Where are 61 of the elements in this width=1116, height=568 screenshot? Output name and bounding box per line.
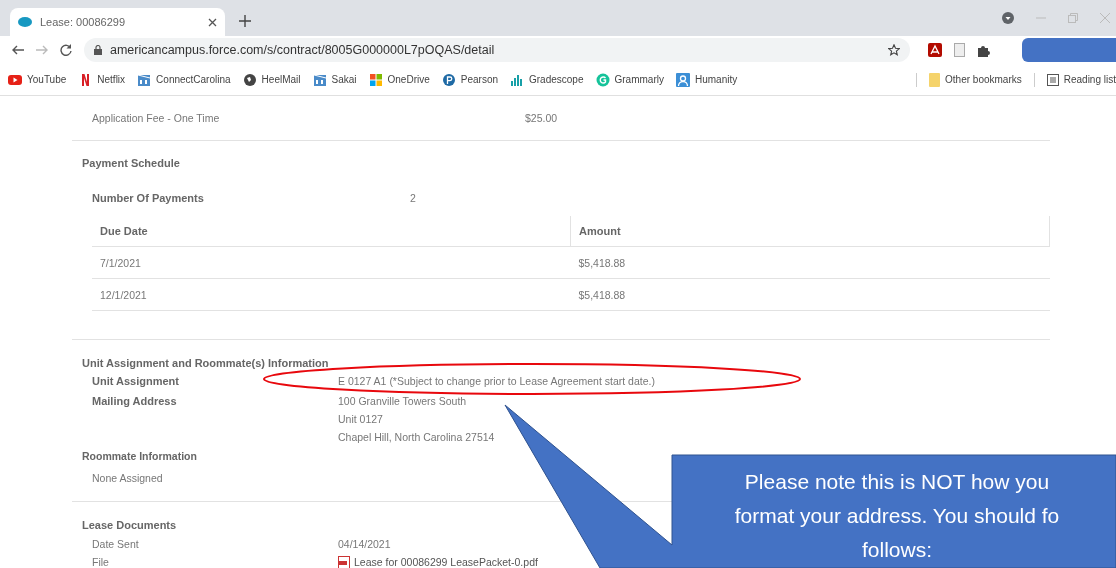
play-icon xyxy=(8,72,22,87)
close-icon[interactable] xyxy=(208,17,217,27)
bookmark-link[interactable]: HeelMail xyxy=(242,72,301,87)
reading-list-link[interactable]: Reading list xyxy=(1046,73,1116,86)
bookmark-link[interactable]: Gradescope xyxy=(510,72,584,87)
back-arrow-icon[interactable] xyxy=(12,45,24,55)
field-label: Date Sent xyxy=(92,538,140,550)
pdf-icon[interactable] xyxy=(928,43,942,57)
tiles-icon xyxy=(368,72,383,87)
subsection-heading: Roommate Information xyxy=(81,449,197,464)
list-icon xyxy=(1046,73,1059,86)
field-label: Mailing Address xyxy=(92,394,178,409)
bar-chart-icon xyxy=(510,72,524,87)
field-value: 2 xyxy=(410,192,416,204)
puzzle-icon[interactable] xyxy=(977,43,990,57)
bookmark-link[interactable]: OneDrive xyxy=(368,72,430,87)
field-value: Chapel Hill, North Carolina 27514 xyxy=(338,429,495,445)
letter-g-icon xyxy=(595,72,610,87)
bookmark-link[interactable]: Grammarly xyxy=(595,72,664,87)
fee-label: Application Fee - One Time xyxy=(92,112,221,124)
bookmark-link[interactable]: YouTube xyxy=(8,72,67,87)
column-header: Due Date xyxy=(92,216,571,247)
browser-tab[interactable]: Lease: 00086299 xyxy=(10,8,225,36)
profile-circle-icon[interactable] xyxy=(1002,12,1014,24)
section-heading: Payment Schedule xyxy=(81,156,180,171)
folder-icon xyxy=(929,72,941,87)
table-cell: $5,418.88 xyxy=(570,278,1050,311)
address-bar[interactable]: americancampus.force.com/s/contract/8005G000000L7pOQAS/detail xyxy=(84,38,910,62)
bookmark-link[interactable]: Sakai xyxy=(312,72,357,87)
bookmark-link[interactable]: Other bookmarks xyxy=(929,72,1022,87)
letter-p-icon xyxy=(441,72,456,87)
lock-icon xyxy=(94,45,102,55)
plus-icon[interactable] xyxy=(239,15,251,27)
field-label: Unit Assignment xyxy=(92,374,180,389)
section-heading: Lease Documents xyxy=(81,518,177,533)
fee-amount: $25.00 xyxy=(525,112,558,124)
column-header: Amount xyxy=(570,216,1050,247)
bookmark-link[interactable]: ConnectCarolina xyxy=(137,72,231,87)
table-cell: 12/1/2021 xyxy=(92,278,571,311)
bookmark-link[interactable]: Humanity xyxy=(675,72,738,87)
bookmark-link[interactable]: Pearson xyxy=(441,72,498,87)
field-value: None Assigned xyxy=(91,471,163,486)
person-icon xyxy=(675,72,690,87)
reload-icon[interactable] xyxy=(60,44,72,56)
field-value: E 0127 A1 (*Subject to change prior to Lease Agreement start date.) xyxy=(338,374,655,389)
building-icon xyxy=(137,72,152,87)
table-cell: 7/1/2021 xyxy=(92,246,571,279)
field-label: File xyxy=(92,556,110,568)
callout-text: Please note this is NOT how you format your address. You should fo follows: xyxy=(733,469,1061,563)
section-heading: Unit Assignment and Roommate(s) Information xyxy=(81,356,329,371)
field-label: Number Of Payments xyxy=(92,192,205,204)
field-value: 04/14/2021 xyxy=(338,538,391,550)
bookmark-link[interactable]: Netflix xyxy=(78,72,126,87)
star-icon[interactable] xyxy=(888,44,900,56)
file-link[interactable]: Lease for 00086299 LeasePacket-0.pdf xyxy=(338,555,538,568)
building-icon xyxy=(312,72,327,87)
pdf-file-icon xyxy=(338,555,350,568)
table-cell: $5,418.88 xyxy=(570,246,1050,279)
globe-icon xyxy=(242,72,257,87)
field-value: Unit 0127 xyxy=(338,412,384,427)
field-value: 100 Granville Towers South xyxy=(338,394,468,409)
